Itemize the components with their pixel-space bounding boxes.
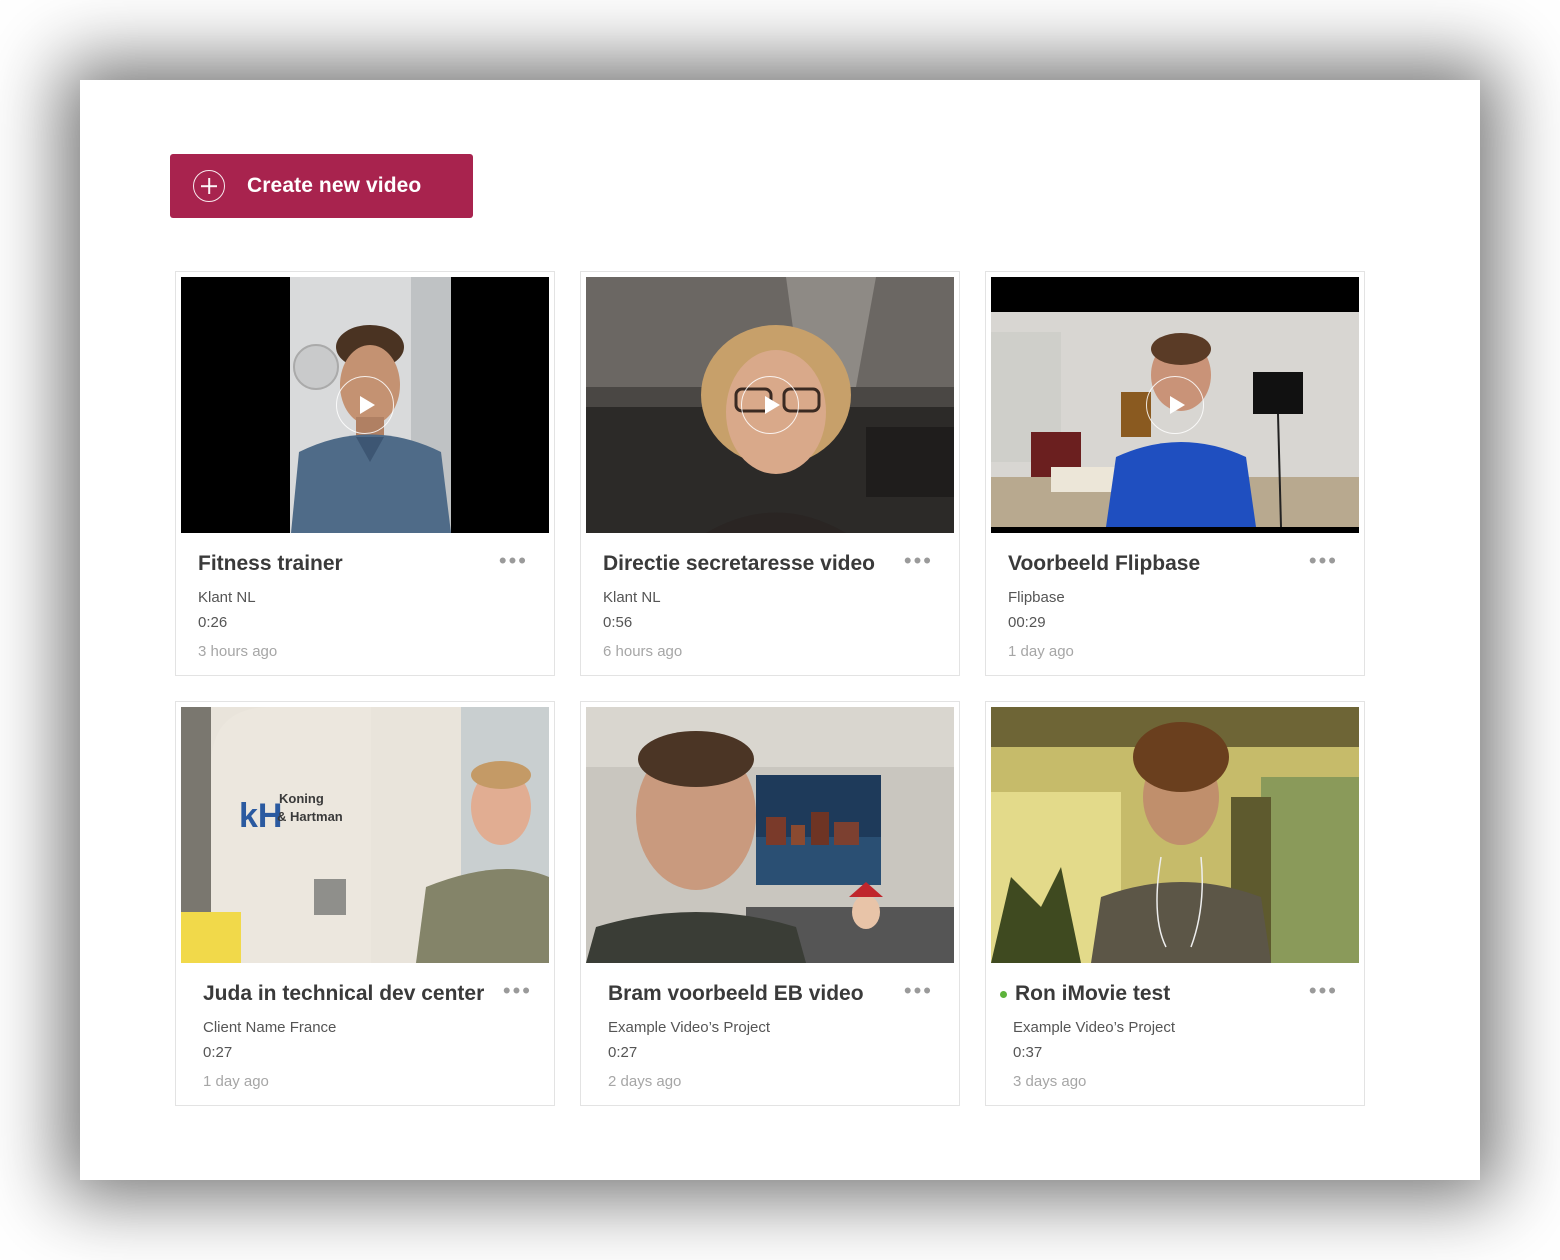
create-new-video-button[interactable]: Create new video [170, 154, 473, 218]
video-info: Voorbeeld Flipbase ••• Flipbase 00:29 1 … [1008, 550, 1342, 661]
video-card[interactable]: Ron iMovie test ••• Example Video’s Proj… [985, 701, 1365, 1106]
video-thumbnail[interactable] [586, 277, 954, 533]
video-age: 3 hours ago [198, 643, 278, 660]
create-new-video-label: Create new video [247, 174, 422, 197]
video-client: Flipbase [1008, 589, 1065, 606]
video-duration: 0:56 [603, 614, 633, 631]
video-card[interactable]: Fitness trainer ••• Klant NL 0:26 3 hour… [175, 271, 555, 676]
video-info: Juda in technical dev center ••• Client … [203, 980, 532, 1091]
play-button-icon[interactable] [741, 376, 799, 434]
status-dot-icon [1000, 990, 1007, 998]
video-title[interactable]: Bram voorbeeld EB video [608, 982, 937, 1006]
thumbnail-image-juda: kH Koning & Hartman [181, 707, 549, 963]
more-horizontal-icon[interactable]: ••• [904, 550, 933, 572]
video-library-panel: Create new video Fitness trainer ••• Kla… [80, 80, 1480, 1180]
video-duration: 00:29 [1008, 614, 1046, 631]
thumbnail-image-bram [586, 707, 954, 963]
play-button-icon[interactable] [336, 376, 394, 434]
video-client: Example Video’s Project [1013, 1019, 1176, 1036]
video-title[interactable]: Juda in technical dev center [203, 982, 532, 1006]
more-horizontal-icon[interactable]: ••• [503, 980, 532, 1002]
video-info: Ron iMovie test ••• Example Video’s Proj… [1000, 980, 1342, 1090]
video-card[interactable]: Directie secretaresse video ••• Klant NL… [580, 271, 960, 676]
video-client: Klant NL [603, 589, 661, 606]
video-age: 3 days ago [1013, 1073, 1087, 1090]
more-horizontal-icon[interactable]: ••• [1309, 550, 1338, 572]
video-client: Klant NL [198, 589, 256, 606]
video-age: 6 hours ago [603, 643, 683, 660]
video-info: Bram voorbeeld EB video ••• Example Vide… [608, 980, 937, 1091]
more-horizontal-icon[interactable]: ••• [904, 980, 933, 1002]
thumbnail-image-ron [991, 707, 1359, 963]
logo-line-1: Koning [279, 791, 324, 806]
video-age: 1 day ago [1008, 643, 1074, 660]
video-card[interactable]: Voorbeeld Flipbase ••• Flipbase 00:29 1 … [985, 271, 1365, 676]
video-title[interactable]: Voorbeeld Flipbase [1008, 552, 1342, 576]
video-info: Directie secretaresse video ••• Klant NL… [603, 550, 937, 661]
play-button-icon[interactable] [1146, 376, 1204, 434]
video-age: 2 days ago [608, 1073, 682, 1090]
svg-text:kH: kH [239, 797, 282, 835]
video-client: Example Video’s Project [608, 1019, 771, 1036]
video-title[interactable]: Fitness trainer [198, 552, 532, 576]
video-duration: 0:27 [608, 1044, 638, 1061]
video-thumbnail[interactable] [991, 277, 1359, 533]
video-thumbnail[interactable] [181, 277, 549, 533]
video-card[interactable]: Bram voorbeeld EB video ••• Example Vide… [580, 701, 960, 1106]
more-horizontal-icon[interactable]: ••• [1309, 980, 1338, 1002]
video-info: Fitness trainer ••• Klant NL 0:26 3 hour… [198, 550, 532, 661]
video-title[interactable]: Directie secretaresse video [603, 552, 937, 576]
video-duration: 0:27 [203, 1044, 233, 1061]
video-card[interactable]: kH Koning & Hartman Juda in technical de… [175, 701, 555, 1106]
video-thumbnail[interactable] [586, 707, 954, 963]
video-duration: 0:26 [198, 614, 228, 631]
video-client: Client Name France [203, 1019, 337, 1036]
video-thumbnail[interactable] [991, 707, 1359, 963]
video-age: 1 day ago [203, 1073, 269, 1090]
plus-circle-icon [193, 170, 225, 202]
logo-line-2: & Hartman [277, 809, 343, 824]
video-thumbnail[interactable]: kH Koning & Hartman [181, 707, 549, 963]
video-title[interactable]: Ron iMovie test [1000, 982, 1342, 1006]
more-horizontal-icon[interactable]: ••• [499, 550, 528, 572]
video-duration: 0:37 [1013, 1044, 1043, 1061]
